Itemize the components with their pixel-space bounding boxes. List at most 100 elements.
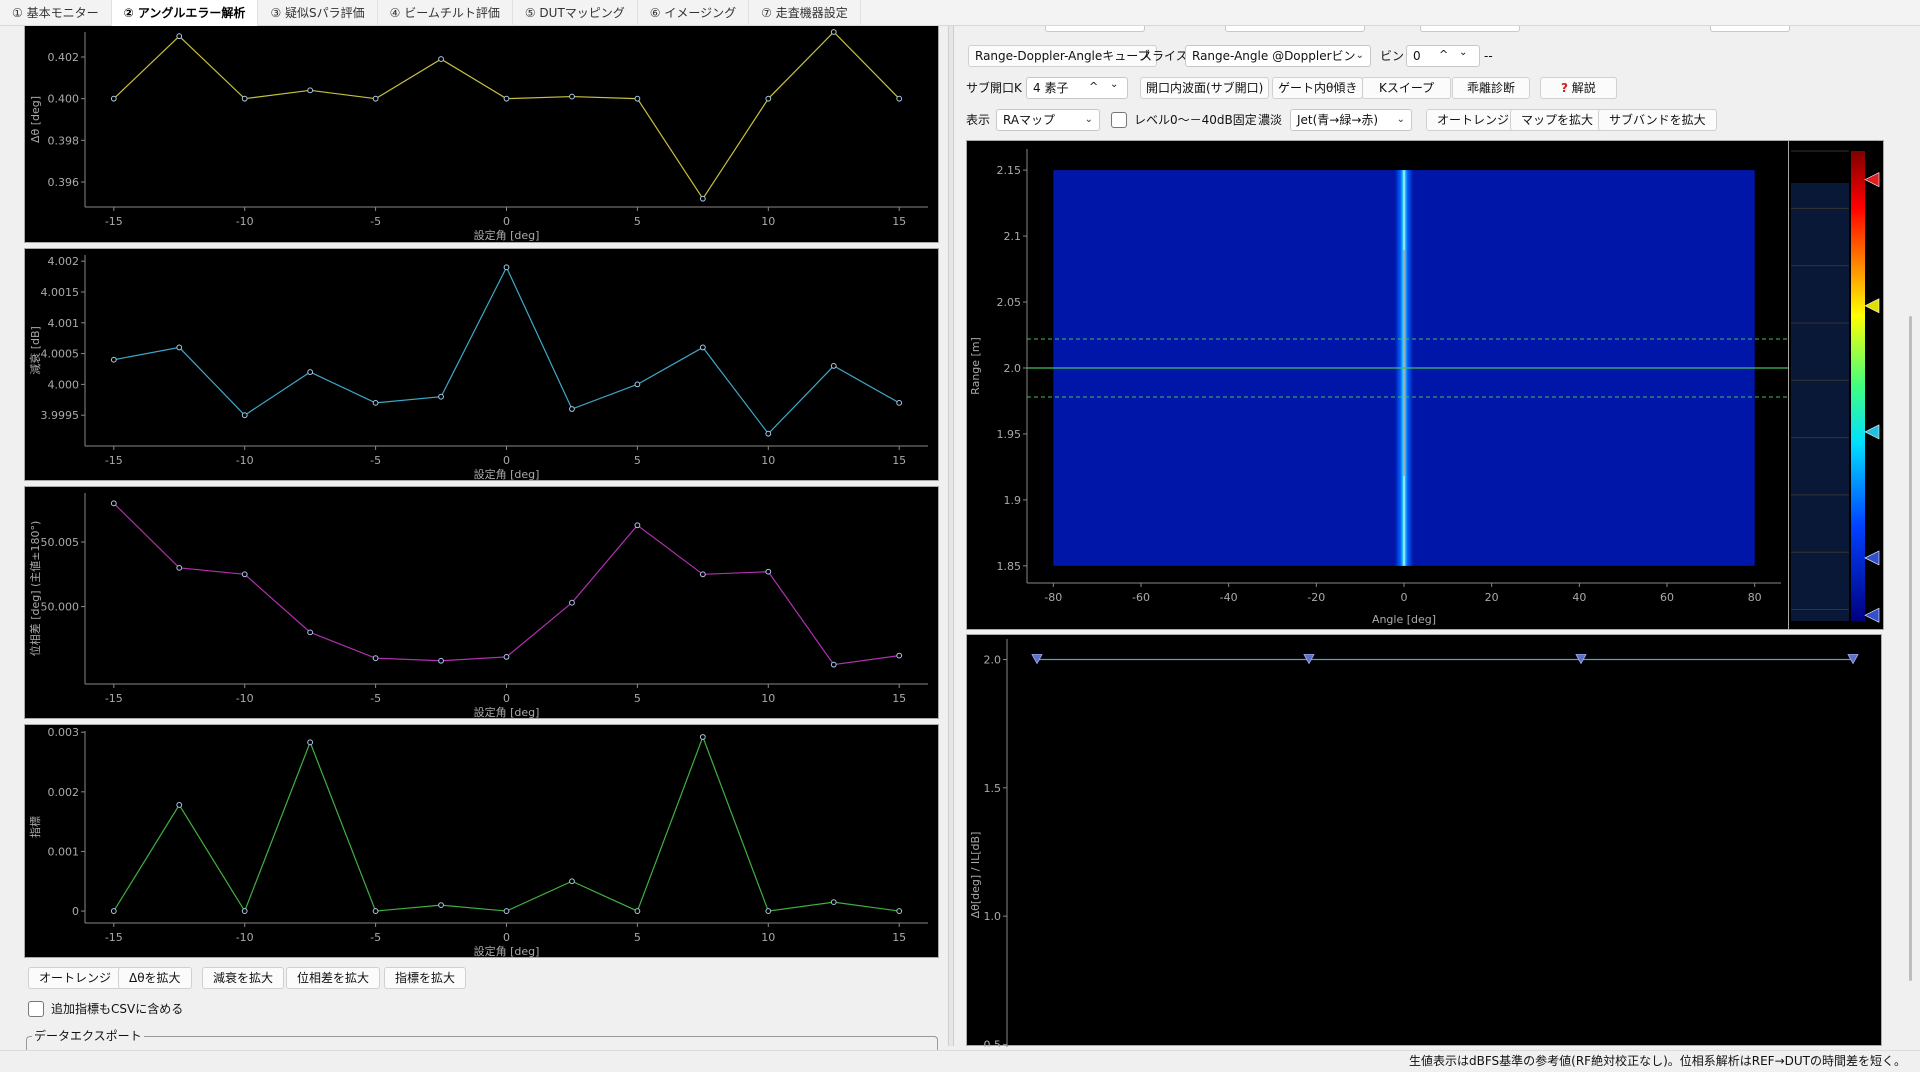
gate-tilt-button[interactable]: ゲート内θ傾き — [1272, 77, 1364, 99]
series-line — [113, 31, 900, 200]
y-tick-label: 0.396 — [48, 176, 80, 189]
chevron-up-icon[interactable]: ^ — [1439, 45, 1448, 65]
x-tick-label: 10 — [761, 692, 775, 705]
help-button-label: 解説 — [1571, 81, 1596, 95]
indicator-chart-panel[interactable]: 0 0.001 0.002 0.003 -15 -10 -5 0 5 10 15 設定角 [deg] 指… — [24, 724, 939, 958]
x-tick-label: 10 — [761, 931, 775, 944]
zoom-delta-theta-button[interactable]: Δθを拡大 — [118, 967, 192, 989]
data-point — [241, 908, 248, 914]
y-tick-label: 1.95 — [997, 428, 1022, 441]
data-point — [830, 899, 837, 906]
csv-include-checkbox[interactable] — [28, 1001, 44, 1017]
data-point — [765, 908, 772, 914]
chevron-up-icon[interactable]: ^ — [1089, 77, 1098, 97]
k-sweep-button[interactable]: Kスイープ — [1362, 77, 1452, 99]
tab-scan-settings[interactable]: ⑦ 走査機器設定 — [749, 0, 861, 26]
x-tick-label: -20 — [1307, 591, 1325, 604]
shade-select[interactable]: Jet(青→緑→赤) ⌄ — [1290, 109, 1412, 131]
tab-beam-tilt[interactable]: ④ ビームチルト評価 — [378, 0, 513, 26]
bin-spinbox[interactable]: 0 ^ ⌄ — [1406, 45, 1480, 67]
colorbar: 0-10-20-30-40-50-60-70-80 — [1770, 126, 1880, 623]
data-point — [372, 908, 379, 914]
x-tick-label: 5 — [634, 215, 641, 228]
x-tick-label: -15 — [105, 215, 123, 228]
attenuation-chart: 3.9995 4.000 4.0005 4.001 4.0015 4.002 -15 -10 -… — [28, 255, 928, 481]
data-point — [307, 739, 314, 746]
y-axis-label: Range [m] — [969, 337, 982, 395]
splitter[interactable] — [948, 26, 954, 1046]
x-tick-label: 80 — [1748, 591, 1762, 604]
level-fixed-checkbox[interactable] — [1111, 112, 1127, 128]
y-tick-label: 0 — [72, 905, 79, 918]
data-point — [634, 381, 641, 388]
indicator-chart: 0 0.001 0.002 0.003 -15 -10 -5 0 5 10 15 設定角 [deg] 指… — [28, 726, 928, 958]
subaperture-spinbox-value: 4 素子 — [1033, 81, 1069, 95]
zoom-phase-diff-button[interactable]: 位相差を拡大 — [286, 967, 381, 989]
data-point — [634, 908, 641, 914]
x-tick-label: 20 — [1485, 591, 1499, 604]
subband-chart-panel[interactable]: 0.5 1.0 1.5 2.0 Δθ[deg] / IL[dB] — [966, 634, 1882, 1051]
colorbar-panel[interactable]: 0-10-20-30-40-50-60-70-80 — [1770, 126, 1884, 630]
x-axis-label: 設定角 [deg] — [474, 705, 540, 719]
tab-basic-monitor[interactable]: ① 基本モニター — [0, 0, 112, 26]
chevron-down-icon[interactable]: ⌄ — [1110, 75, 1118, 95]
y-tick-label: 0.003 — [48, 726, 80, 739]
data-point — [372, 655, 379, 662]
zoom-subband-button[interactable]: サブバンドを拡大 — [1598, 109, 1717, 131]
bin-spinbox-value: 0 — [1413, 49, 1421, 63]
right-scrollbar[interactable] — [1904, 26, 1918, 1050]
attenuation-chart-panel[interactable]: 3.9995 4.000 4.0005 4.001 4.0015 4.002 -15 -10 -… — [24, 248, 939, 481]
tab-pseudo-sparam[interactable]: ③ 疑似Sパラ評価 — [258, 0, 378, 26]
delta-theta-chart: 0.396 0.398 0.400 0.402 -15 -10 -5 0 5 10 15 設定角 [d… — [29, 29, 928, 242]
data-point — [830, 363, 837, 369]
right-scrollbar-thumb[interactable] — [1909, 316, 1912, 981]
tab-angle-error[interactable]: ② アングルエラー解析 — [111, 0, 259, 26]
map-autorange-button[interactable]: オートレンジ — [1426, 109, 1521, 131]
y-tick-label: 50.005 — [41, 536, 80, 549]
left-scrollbar[interactable] — [940, 26, 948, 1050]
data-point — [241, 412, 248, 419]
data-point — [503, 653, 510, 660]
zoom-map-button[interactable]: マップを拡大 — [1510, 109, 1605, 131]
colorbar-gradient — [1851, 151, 1865, 621]
subaperture-spinbox[interactable]: 4 素子 ^ ⌄ — [1026, 77, 1128, 99]
subband-chart: 0.5 1.0 1.5 2.0 Δθ[deg] / IL[dB] — [969, 639, 1859, 1051]
slice-select[interactable]: Range-Angle @Dopplerビン ⌄ — [1185, 45, 1371, 67]
data-point — [241, 571, 248, 578]
y-tick-label: 1.9 — [1004, 494, 1022, 507]
tab-dut-mapping[interactable]: ⑤ DUTマッピング — [513, 0, 638, 26]
data-point — [569, 406, 575, 412]
zoom-indicator-button[interactable]: 指標を拡大 — [384, 967, 467, 989]
divergence-diagnosis-button[interactable]: 乖離診断 — [1452, 77, 1531, 99]
tab-imaging[interactable]: ⑥ イメージング — [638, 0, 750, 26]
y-tick-label: 1.0 — [984, 910, 1002, 923]
bin-label: ビン — [1380, 49, 1405, 63]
phase-diff-chart-panel[interactable]: 50.000 50.005 -15 -10 -5 0 5 10 15 設定角 [deg] 位相差 [… — [24, 486, 939, 719]
delta-theta-chart-panel[interactable]: 0.396 0.398 0.400 0.402 -15 -10 -5 0 5 10 15 設定角 [d… — [24, 26, 939, 243]
chevron-down-icon[interactable]: ⌄ — [1459, 43, 1467, 63]
right-top-clipped-row — [960, 26, 1895, 34]
data-point — [110, 500, 117, 507]
aperture-wavefront-button[interactable]: 開口内波面(サブ開口) — [1140, 77, 1270, 99]
colorbar-level-handle — [1864, 550, 1880, 566]
x-tick-label: 40 — [1572, 591, 1586, 604]
level-fixed-label: レベル0〜－40dB固定 — [1134, 113, 1257, 127]
x-tick-label: -40 — [1220, 591, 1238, 604]
help-button[interactable]: ? 解説 — [1540, 77, 1617, 99]
autorange-button[interactable]: オートレンジ — [28, 967, 123, 989]
data-point — [438, 902, 444, 909]
data-point — [176, 33, 183, 40]
ra-map-panel[interactable]: 1.85 1.9 1.95 2.0 2.05 2.1 2.15 -80 -60 -40 -20 0 20… — [966, 140, 1790, 630]
data-point — [830, 29, 837, 35]
x-tick-label: -10 — [236, 454, 254, 467]
data-point — [438, 56, 444, 62]
shade-label: 濃淡 — [1258, 113, 1283, 127]
x-tick-label: 15 — [892, 454, 906, 467]
chevron-down-icon: ⌄ — [1396, 114, 1405, 125]
status-bar: 生値表示はdBFS基準の参考値(RF絶対校正なし)。位相系解析はREF→DUTの… — [0, 1050, 1920, 1071]
display-select[interactable]: RAマップ ⌄ — [996, 109, 1100, 131]
data-point — [372, 399, 379, 406]
cube-button[interactable]: Range-Doppler-Angleキューブ — [968, 45, 1157, 67]
zoom-attenuation-button[interactable]: 減衰を拡大 — [202, 967, 285, 989]
data-point — [307, 369, 314, 375]
